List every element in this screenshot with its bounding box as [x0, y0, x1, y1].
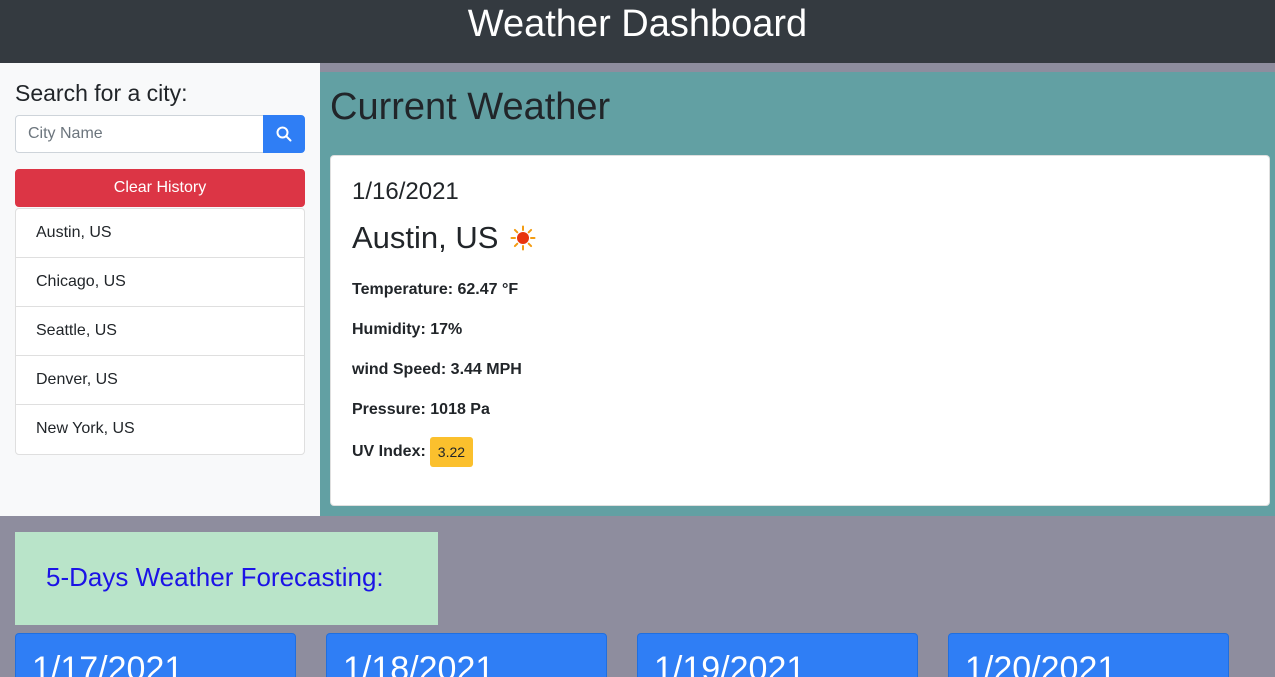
- forecast-date: 1/20/2021: [965, 650, 1117, 677]
- uv-index-label: UV Index:: [352, 443, 426, 461]
- search-heading: Search for a city:: [15, 80, 188, 106]
- wind-speed-value: wind Speed: 3.44 MPH: [352, 361, 522, 378]
- history-item-seattle[interactable]: Seattle, US: [16, 307, 304, 356]
- temperature-value: Temperature: 62.47 °F: [352, 281, 519, 298]
- humidity-value: Humidity: 17%: [352, 321, 463, 338]
- app-header: Weather Dashboard: [0, 0, 1275, 63]
- current-city-name: Austin, US: [352, 220, 499, 255]
- pressure-value: Pressure: 1018 Pa: [352, 401, 490, 418]
- search-history-list: Austin, US Chicago, US Seattle, US Denve…: [15, 208, 305, 455]
- current-weather-heading: Current Weather: [330, 86, 611, 128]
- forecast-heading: 5-Days Weather Forecasting:: [46, 562, 384, 592]
- search-button[interactable]: [263, 115, 305, 153]
- forecast-date: 1/19/2021: [654, 650, 806, 677]
- forecast-card: 1/20/2021: [948, 633, 1229, 677]
- forecast-card: 1/17/2021: [15, 633, 296, 677]
- uv-index: UV Index: 3.22: [352, 437, 474, 467]
- forecast-card: 1/19/2021: [637, 633, 918, 677]
- current-weather-card: 1/16/2021 Austin, US Temperature: 62.47 …: [330, 155, 1270, 506]
- forecast-date: 1/18/2021: [343, 650, 495, 677]
- history-item-denver[interactable]: Denver, US: [16, 356, 304, 405]
- search-icon: [276, 126, 292, 142]
- clear-history-button[interactable]: Clear History: [15, 169, 305, 207]
- page-title: Weather Dashboard: [467, 3, 808, 45]
- forecast-date: 1/17/2021: [32, 650, 184, 677]
- history-item-new-york[interactable]: New York, US: [16, 405, 304, 454]
- current-date: 1/16/2021: [352, 178, 459, 205]
- current-city: Austin, US: [352, 220, 536, 256]
- uv-index-badge: 3.22: [429, 437, 474, 467]
- current-weather-section: Current Weather 1/16/2021 Austin, US Tem…: [320, 72, 1275, 516]
- sidebar: Search for a city: Clear History Austin,…: [0, 63, 320, 516]
- sun-icon: [510, 225, 536, 251]
- history-item-austin[interactable]: Austin, US: [16, 209, 304, 258]
- city-search-input[interactable]: [15, 115, 264, 153]
- forecast-heading-box: 5-Days Weather Forecasting:: [15, 532, 438, 625]
- forecast-card: 1/18/2021: [326, 633, 607, 677]
- history-item-chicago[interactable]: Chicago, US: [16, 258, 304, 307]
